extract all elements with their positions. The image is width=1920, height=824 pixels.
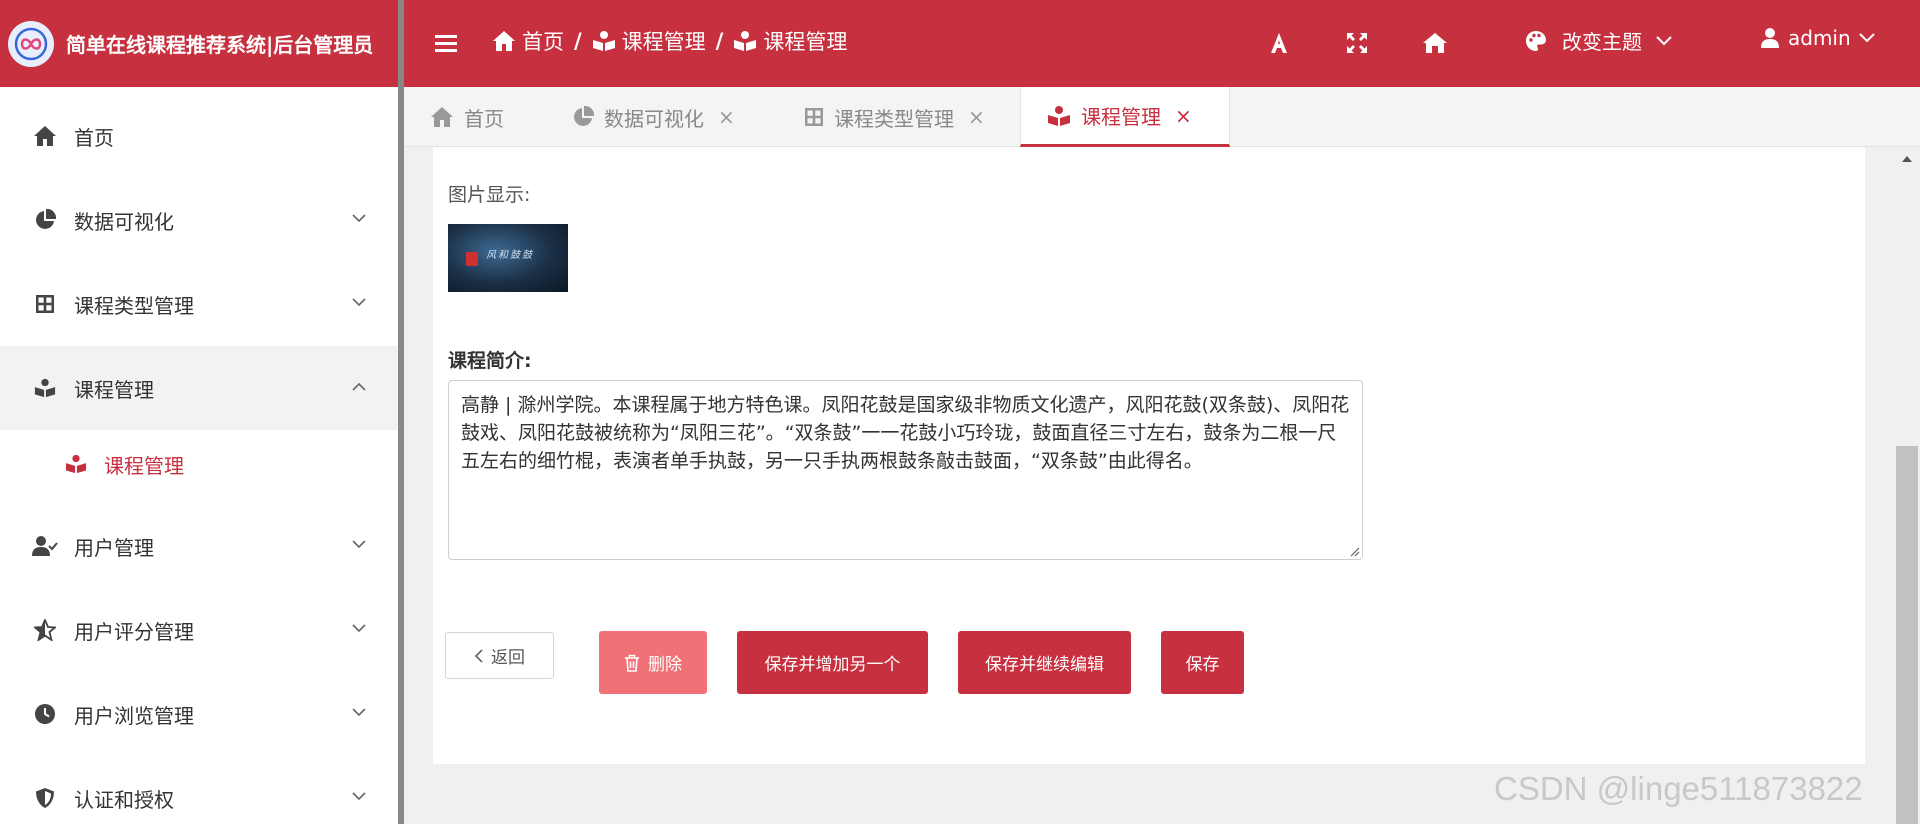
pie-chart-icon [32,207,58,233]
close-icon[interactable]: × [1175,104,1192,128]
watermark: CSDN @linge511873822 [1494,770,1863,807]
breadcrumb: 首页 / 课程管理 / 课程管理 [492,26,847,56]
sidebar-item-user-rating[interactable]: 用户评分管理 [0,588,398,672]
book-reader-icon [1048,105,1070,126]
shield-icon [32,785,58,811]
palette-icon [1526,30,1546,51]
font-size-icon[interactable] [1264,28,1294,58]
intro-label: 课程简介: [448,350,532,372]
fullscreen-icon[interactable] [1342,28,1372,58]
breadcrumb-course-management[interactable]: 课程管理 [592,26,706,56]
tab-home[interactable]: 首页 [404,87,530,147]
sidebar-item-course-type[interactable]: 课程类型管理 [0,262,398,346]
breadcrumb-home[interactable]: 首页 [492,26,564,56]
app-title: 简单在线课程推荐系统|后台管理员 [66,33,374,57]
chevron-down-icon [352,214,366,223]
book-reader-icon [734,31,757,51]
star-half-icon [32,617,58,643]
tab-course-management[interactable]: 课程管理 × [1020,87,1230,147]
chevron-down-icon [352,708,366,717]
scroll-up-arrow-icon[interactable] [1900,152,1914,166]
user-menu-button[interactable]: admin [1760,26,1875,50]
sidebar-subitem-course-management[interactable]: 课程管理 [0,424,398,504]
chevron-left-icon [474,648,483,663]
change-theme-button[interactable]: 改变主题 [1524,26,1672,55]
chevron-down-icon [1656,35,1672,45]
chevron-up-icon [352,382,366,391]
chevron-down-icon [352,298,366,307]
tab-data-visualization[interactable]: 数据可视化 × [546,87,761,147]
book-reader-icon [592,31,615,51]
tab-bar: 首页 数据可视化 × 课程类型管理 × 课程管理 × [404,87,1920,147]
home-icon [32,123,58,149]
intro-textarea[interactable]: 高静 | 滁州学院。本课程属于地方特色课。凤阳花鼓是国家级非物质文化遗产，风阳花… [448,380,1363,560]
clock-icon [32,701,58,727]
save-and-add-button[interactable]: 保存并增加另一个 [737,631,928,694]
chevron-down-icon [352,540,366,549]
menu-toggle-icon[interactable] [432,28,460,58]
chevron-down-icon [352,792,366,801]
tab-course-type[interactable]: 课程类型管理 × [778,87,1011,147]
sidebar-item-auth[interactable]: 认证和授权 [0,756,398,824]
pie-chart-icon [574,106,594,126]
sidebar-item-user-management[interactable]: 用户管理 [0,504,398,588]
brand: 简单在线课程推荐系统|后台管理员 [0,0,398,87]
sidebar-item-user-browsing[interactable]: 用户浏览管理 [0,672,398,756]
home-icon[interactable] [1420,28,1450,58]
resize-handle-icon[interactable] [1348,545,1360,557]
sidebar-item-home[interactable]: 首页 [0,94,398,178]
grid-icon [32,291,58,317]
trash-icon [625,654,639,672]
book-reader-icon [64,452,88,476]
logo-icon [8,20,54,67]
course-thumbnail: 风和鼓鼓 [448,224,568,292]
close-icon[interactable]: × [718,105,735,129]
scrollbar-thumb[interactable] [1896,446,1918,824]
home-icon [431,107,453,127]
sidebar-item-data-visualization[interactable]: 数据可视化 [0,178,398,262]
top-header: 简单在线课程推荐系统|后台管理员 首页 / 课程管理 / 课程管理 改变主题 a… [0,0,1920,87]
save-button[interactable]: 保存 [1161,631,1244,694]
book-reader-icon [32,375,58,401]
sidebar-item-course-management[interactable]: 课程管理 [0,346,398,430]
chevron-down-icon [352,624,366,633]
save-and-continue-button[interactable]: 保存并继续编辑 [958,631,1131,694]
delete-button[interactable]: 删除 [599,631,707,694]
user-icon [1761,28,1779,48]
sidebar: 首页 数据可视化 课程类型管理 课程管理 课程管理 用户管理 用户评分管理 用户… [0,87,398,824]
grid-icon [805,108,823,126]
breadcrumb-current: 课程管理 [733,26,847,56]
image-label: 图片显示: [448,184,531,206]
home-icon [493,31,515,51]
back-button[interactable]: 返回 [445,632,554,679]
close-icon[interactable]: × [968,105,985,129]
user-check-icon [32,533,58,559]
chevron-down-icon [1858,33,1875,43]
